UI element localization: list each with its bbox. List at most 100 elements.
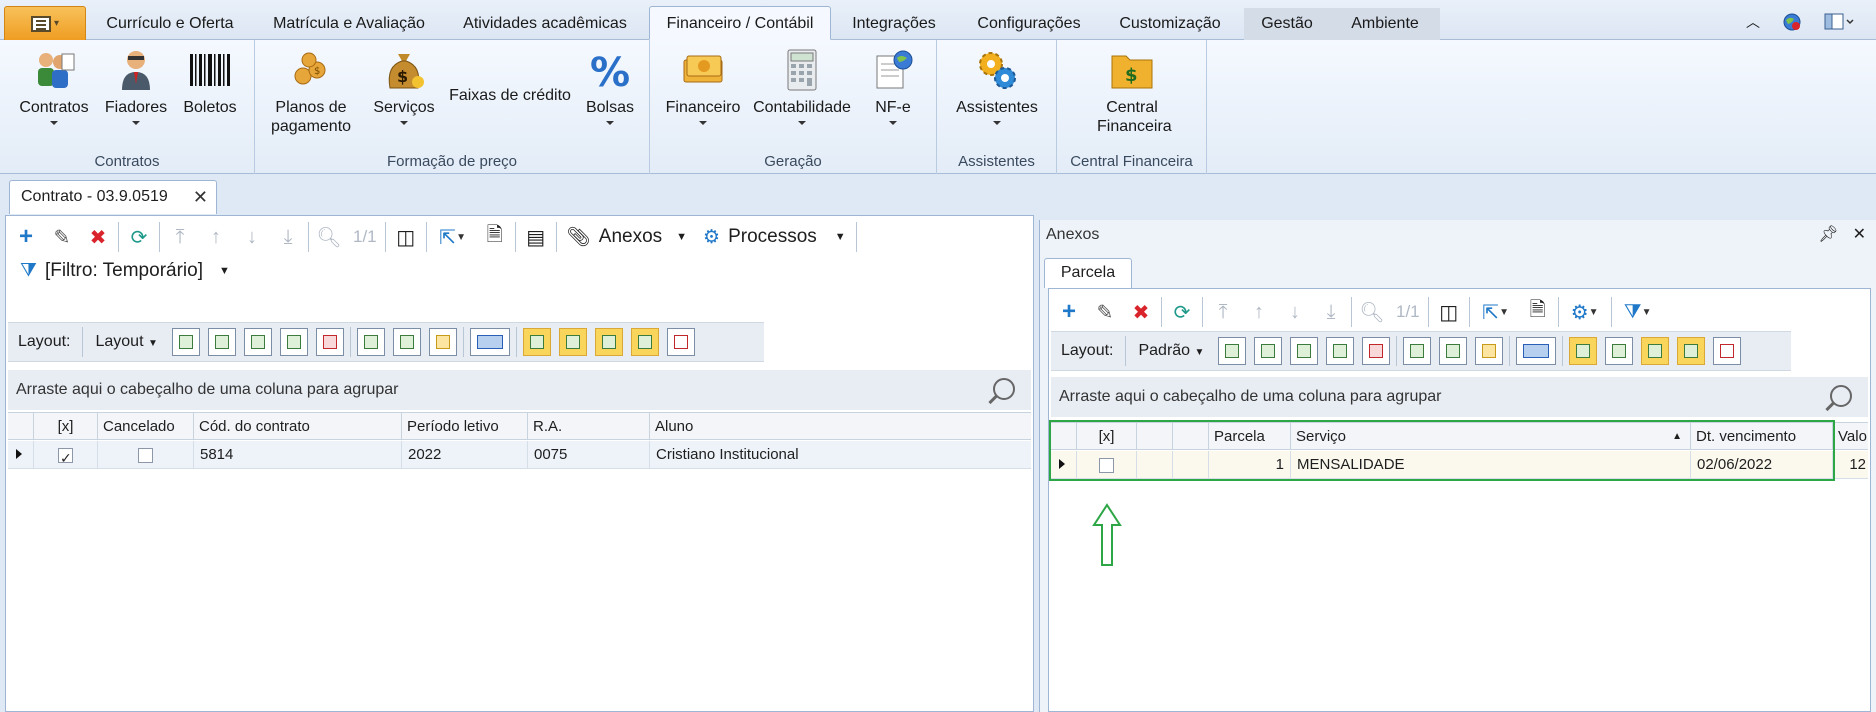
contratos-button[interactable]: Contratos [14,48,94,125]
grid-layout-icon[interactable] [1290,337,1319,365]
refresh-icon[interactable]: ⟳ [1164,296,1200,328]
tab-integracoes[interactable]: Integrações [840,8,948,40]
bolsas-button[interactable]: % Bolsas [580,48,640,125]
import-layout-icon[interactable] [1326,337,1355,365]
aluno-cell[interactable]: Cristiano Institucional [650,441,1031,468]
central-financeira-button[interactable]: $ Central Financeira [1071,48,1193,136]
valor-cell[interactable]: 12 [1833,451,1868,478]
planos-pagamento-button[interactable]: $ Planos de pagamento [265,48,357,136]
tab-configuracoes[interactable]: Configurações [964,8,1094,40]
gear-icon[interactable]: ⚙ ▼ [1561,296,1609,328]
row-select-checkbox[interactable] [58,445,73,468]
columns-icon[interactable]: ◫ [388,221,424,253]
import-layout-icon[interactable] [279,328,308,356]
close-icon[interactable]: ✕ [1853,224,1866,244]
layout-toggle-icon[interactable] [1824,13,1854,31]
sum-icon[interactable] [392,328,421,356]
filter-dropdown[interactable]: ⧩ [Filtro: Temporário] ▼ [20,258,230,284]
assistentes-button[interactable]: Assistentes [951,48,1043,125]
filter-row-icon[interactable] [1403,337,1432,365]
group-by-area[interactable]: Arraste aqui o cabeçalho de uma coluna p… [1051,377,1868,417]
export-layout-icon[interactable] [1362,337,1391,365]
document-icon[interactable]: 🗎︎ [477,221,513,253]
chart-icon[interactable] [1516,337,1557,365]
add-icon[interactable]: + [1051,296,1087,328]
column-header-aluno[interactable]: Aluno [650,413,1031,440]
format-icon[interactable] [1475,337,1504,365]
first-record-icon[interactable]: ⤒ [1205,296,1241,328]
globe-icon[interactable] [1782,12,1802,32]
tab-matricula-avaliacao[interactable]: Matrícula e Avaliação [258,8,440,40]
last-record-icon[interactable]: ⤓ [1313,296,1349,328]
pin-icon[interactable]: 📌︎ [1818,224,1838,244]
contabilidade-button[interactable]: Contabilidade [750,48,854,125]
cod-contrato-cell[interactable]: 5814 [194,441,402,468]
export-icon[interactable]: ⇱ ▼ [1472,296,1520,328]
previous-record-icon[interactable]: ↑ [1241,296,1277,328]
save-layout-icon[interactable] [171,328,200,356]
view-mode-1-icon[interactable] [522,328,551,356]
tab-parcela[interactable]: Parcela [1044,258,1132,288]
document-icon[interactable]: 🗎︎ [1520,296,1556,328]
search-icon[interactable]: 🔍︎ [1354,296,1390,328]
next-record-icon[interactable]: ↓ [1277,296,1313,328]
columns-icon[interactable]: ◫ [1431,296,1467,328]
column-header-ra[interactable]: R.A. [528,413,650,440]
column-header-select[interactable]: [x] [34,413,98,440]
delete-icon[interactable]: ✖ [80,221,116,253]
export-icon[interactable]: ⇱ ▼ [429,221,477,253]
ra-cell[interactable]: 0075 [528,441,650,468]
column-header-periodo-letivo[interactable]: Período letivo [402,413,528,440]
funnel-icon[interactable]: ⧩ ▼ [1614,296,1662,328]
load-layout-icon[interactable] [1254,337,1283,365]
filter-row-icon[interactable] [356,328,385,356]
edit-icon[interactable]: ✎ [44,221,80,253]
view-mode-4-icon[interactable] [1677,337,1706,365]
chevron-up-icon[interactable]: ︿ [1746,12,1760,32]
report-icon[interactable]: ▤ [518,221,554,253]
column-header-valor[interactable]: Valo [1833,423,1868,450]
layout-dropdown[interactable]: Padrão ▼ [1128,342,1214,360]
text-format-icon[interactable] [666,328,695,356]
table-row[interactable]: 5814 2022 0075 Cristiano Institucional [8,441,1031,469]
tab-atividades-academicas[interactable]: Atividades acadêmicas [450,8,640,40]
save-layout-icon[interactable] [1218,337,1247,365]
tab-customizacao[interactable]: Customização [1108,8,1232,40]
view-mode-1-icon[interactable] [1569,337,1598,365]
search-icon[interactable] [993,378,1015,400]
last-record-icon[interactable]: ⤓ [270,221,306,253]
delete-icon[interactable]: ✖ [1123,296,1159,328]
refresh-icon[interactable]: ⟳ [121,221,157,253]
view-mode-2-icon[interactable] [558,328,587,356]
tab-curriculo-oferta[interactable]: Currículo e Oferta [90,8,250,40]
group-by-area[interactable]: Arraste aqui o cabeçalho de uma coluna p… [8,370,1031,410]
text-format-icon[interactable] [1713,337,1742,365]
financeiro-button[interactable]: Financeiro [664,48,742,125]
processos-dropdown[interactable]: ⚙ Processos ▼ [695,226,854,249]
cancelado-checkbox[interactable] [138,447,153,463]
view-mode-3-icon[interactable] [1641,337,1670,365]
search-icon[interactable]: 🔍︎ [311,221,347,253]
format-icon[interactable] [428,328,457,356]
add-icon[interactable]: + [8,221,44,253]
tab-ambiente[interactable]: Ambiente [1330,8,1440,40]
anexos-dropdown[interactable]: 📎︎ Anexos ▼ [559,225,695,249]
column-header-cod-contrato[interactable]: Cód. do contrato [194,413,402,440]
export-layout-icon[interactable] [315,328,344,356]
grid-layout-icon[interactable] [243,328,272,356]
periodo-letivo-cell[interactable]: 2022 [402,441,528,468]
fiadores-button[interactable]: Fiadores [100,48,172,125]
chart-icon[interactable] [469,328,510,356]
document-tab-contrato[interactable]: Contrato - 03.9.0519 ✕ [9,180,217,214]
previous-record-icon[interactable]: ↑ [198,221,234,253]
boletos-button[interactable]: Boletos [178,48,242,117]
application-menu-button[interactable]: ▾ [4,6,86,40]
first-record-icon[interactable]: ⤒ [162,221,198,253]
view-mode-3-icon[interactable] [594,328,623,356]
servicos-button[interactable]: $ Serviços [365,48,443,125]
sum-icon[interactable] [1439,337,1468,365]
tab-gestao[interactable]: Gestão [1244,8,1330,40]
tab-financeiro-contabil[interactable]: Financeiro / Contábil [649,6,831,40]
layout-dropdown[interactable]: Layout ▼ [85,333,167,351]
faixas-credito-button[interactable]: Faixas de crédito [445,86,575,105]
